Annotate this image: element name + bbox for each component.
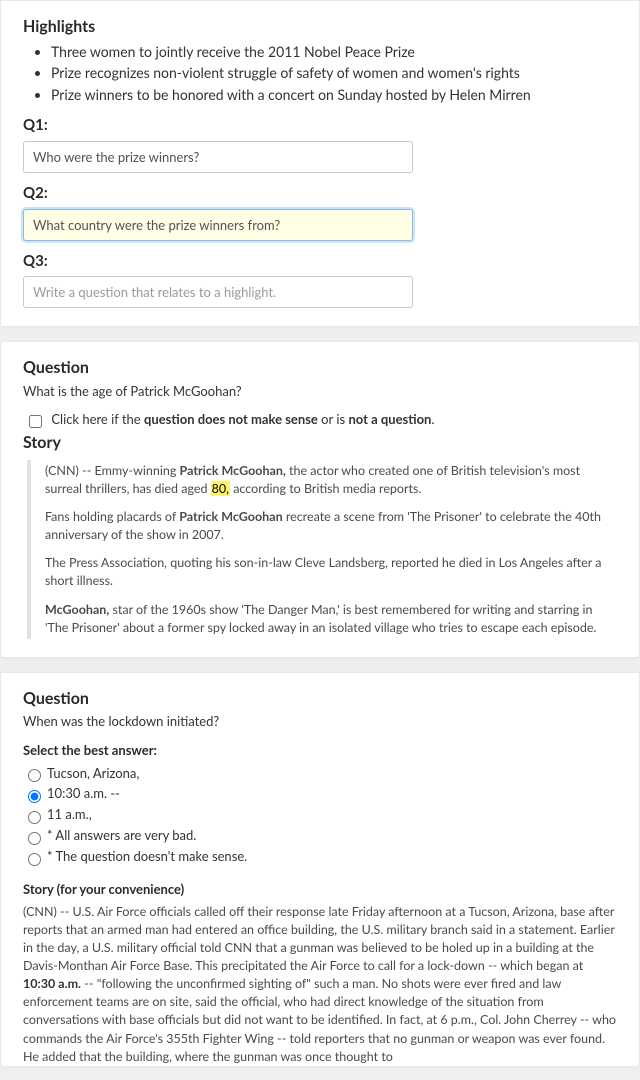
story-card-1: Question What is the age of Patrick McGo…	[0, 341, 640, 657]
select-answer-prompt: Select the best answer:	[23, 741, 617, 760]
answer-radio[interactable]	[28, 811, 41, 824]
story-para: McGoohan, star of the 1960s show 'The Da…	[45, 601, 617, 637]
check-strong-1: question does not make sense	[144, 411, 318, 427]
answer-option-label: Tucson, Arizona,	[47, 765, 139, 781]
story-para: The Press Association, quoting his son-i…	[45, 554, 617, 590]
highlights-card: Highlights Three women to jointly receiv…	[0, 0, 640, 327]
check-text-mid: or is	[318, 411, 349, 427]
q2-label: Q2:	[23, 183, 617, 205]
story-convenience-head: Story (for your convenience)	[23, 880, 617, 899]
answer-option[interactable]: * The question doesn't make sense.	[23, 847, 617, 866]
answer-option[interactable]: 11 a.m.,	[23, 805, 617, 824]
invalid-question-check[interactable]: Click here if the question does not make…	[25, 411, 434, 427]
answer-radio[interactable]	[28, 832, 41, 845]
q3-label: Q3:	[23, 251, 617, 273]
answer-option-label: 10:30 a.m. --	[47, 785, 120, 801]
highlight-item: Three women to jointly receive the 2011 …	[51, 42, 617, 62]
highlight-item: Prize recognizes non-violent struggle of…	[51, 63, 617, 83]
check-text-pre: Click here if the	[51, 411, 144, 427]
check-strong-2: not a question	[348, 411, 431, 427]
q1-input[interactable]	[23, 141, 413, 173]
q1-label: Q1:	[23, 115, 617, 137]
q2-input[interactable]	[23, 209, 413, 241]
q3-input[interactable]	[23, 276, 413, 308]
highlight-item: Prize winners to be honored with a conce…	[51, 85, 617, 105]
answer-option[interactable]: * All answers are very bad.	[23, 826, 617, 845]
question-text: When was the lockdown initiated?	[23, 712, 617, 731]
story-text: (CNN) -- U.S. Air Force officials called…	[23, 903, 617, 1066]
answer-option-label: * All answers are very bad.	[47, 827, 196, 843]
answer-option[interactable]: Tucson, Arizona,	[23, 764, 617, 783]
answer-radio[interactable]	[28, 769, 41, 782]
answer-options: Tucson, Arizona, 10:30 a.m. -- 11 a.m., …	[23, 764, 617, 866]
story-title: Story	[23, 431, 617, 454]
answer-radio[interactable]	[28, 790, 41, 803]
invalid-question-checkbox[interactable]	[29, 415, 42, 428]
check-text-post: .	[431, 411, 434, 427]
question-title: Question	[23, 687, 617, 710]
answer-option-label: * The question doesn't make sense.	[47, 848, 247, 864]
story-para: (CNN) -- Emmy-winning Patrick McGoohan, …	[45, 462, 617, 498]
story-block: (CNN) -- Emmy-winning Patrick McGoohan, …	[27, 460, 617, 639]
highlighted-age: 80,	[211, 481, 230, 496]
answer-option-label: 11 a.m.,	[47, 806, 92, 822]
story-para: Fans holding placards of Patrick McGooha…	[45, 508, 617, 544]
question-text: What is the age of Patrick McGoohan?	[23, 382, 617, 401]
highlights-title: Highlights	[23, 15, 617, 38]
answer-option[interactable]: 10:30 a.m. --	[23, 784, 617, 803]
answer-radio[interactable]	[28, 853, 41, 866]
story-card-2: Question When was the lockdown initiated…	[0, 672, 640, 1066]
highlights-list: Three women to jointly receive the 2011 …	[23, 42, 617, 105]
question-title: Question	[23, 356, 617, 379]
